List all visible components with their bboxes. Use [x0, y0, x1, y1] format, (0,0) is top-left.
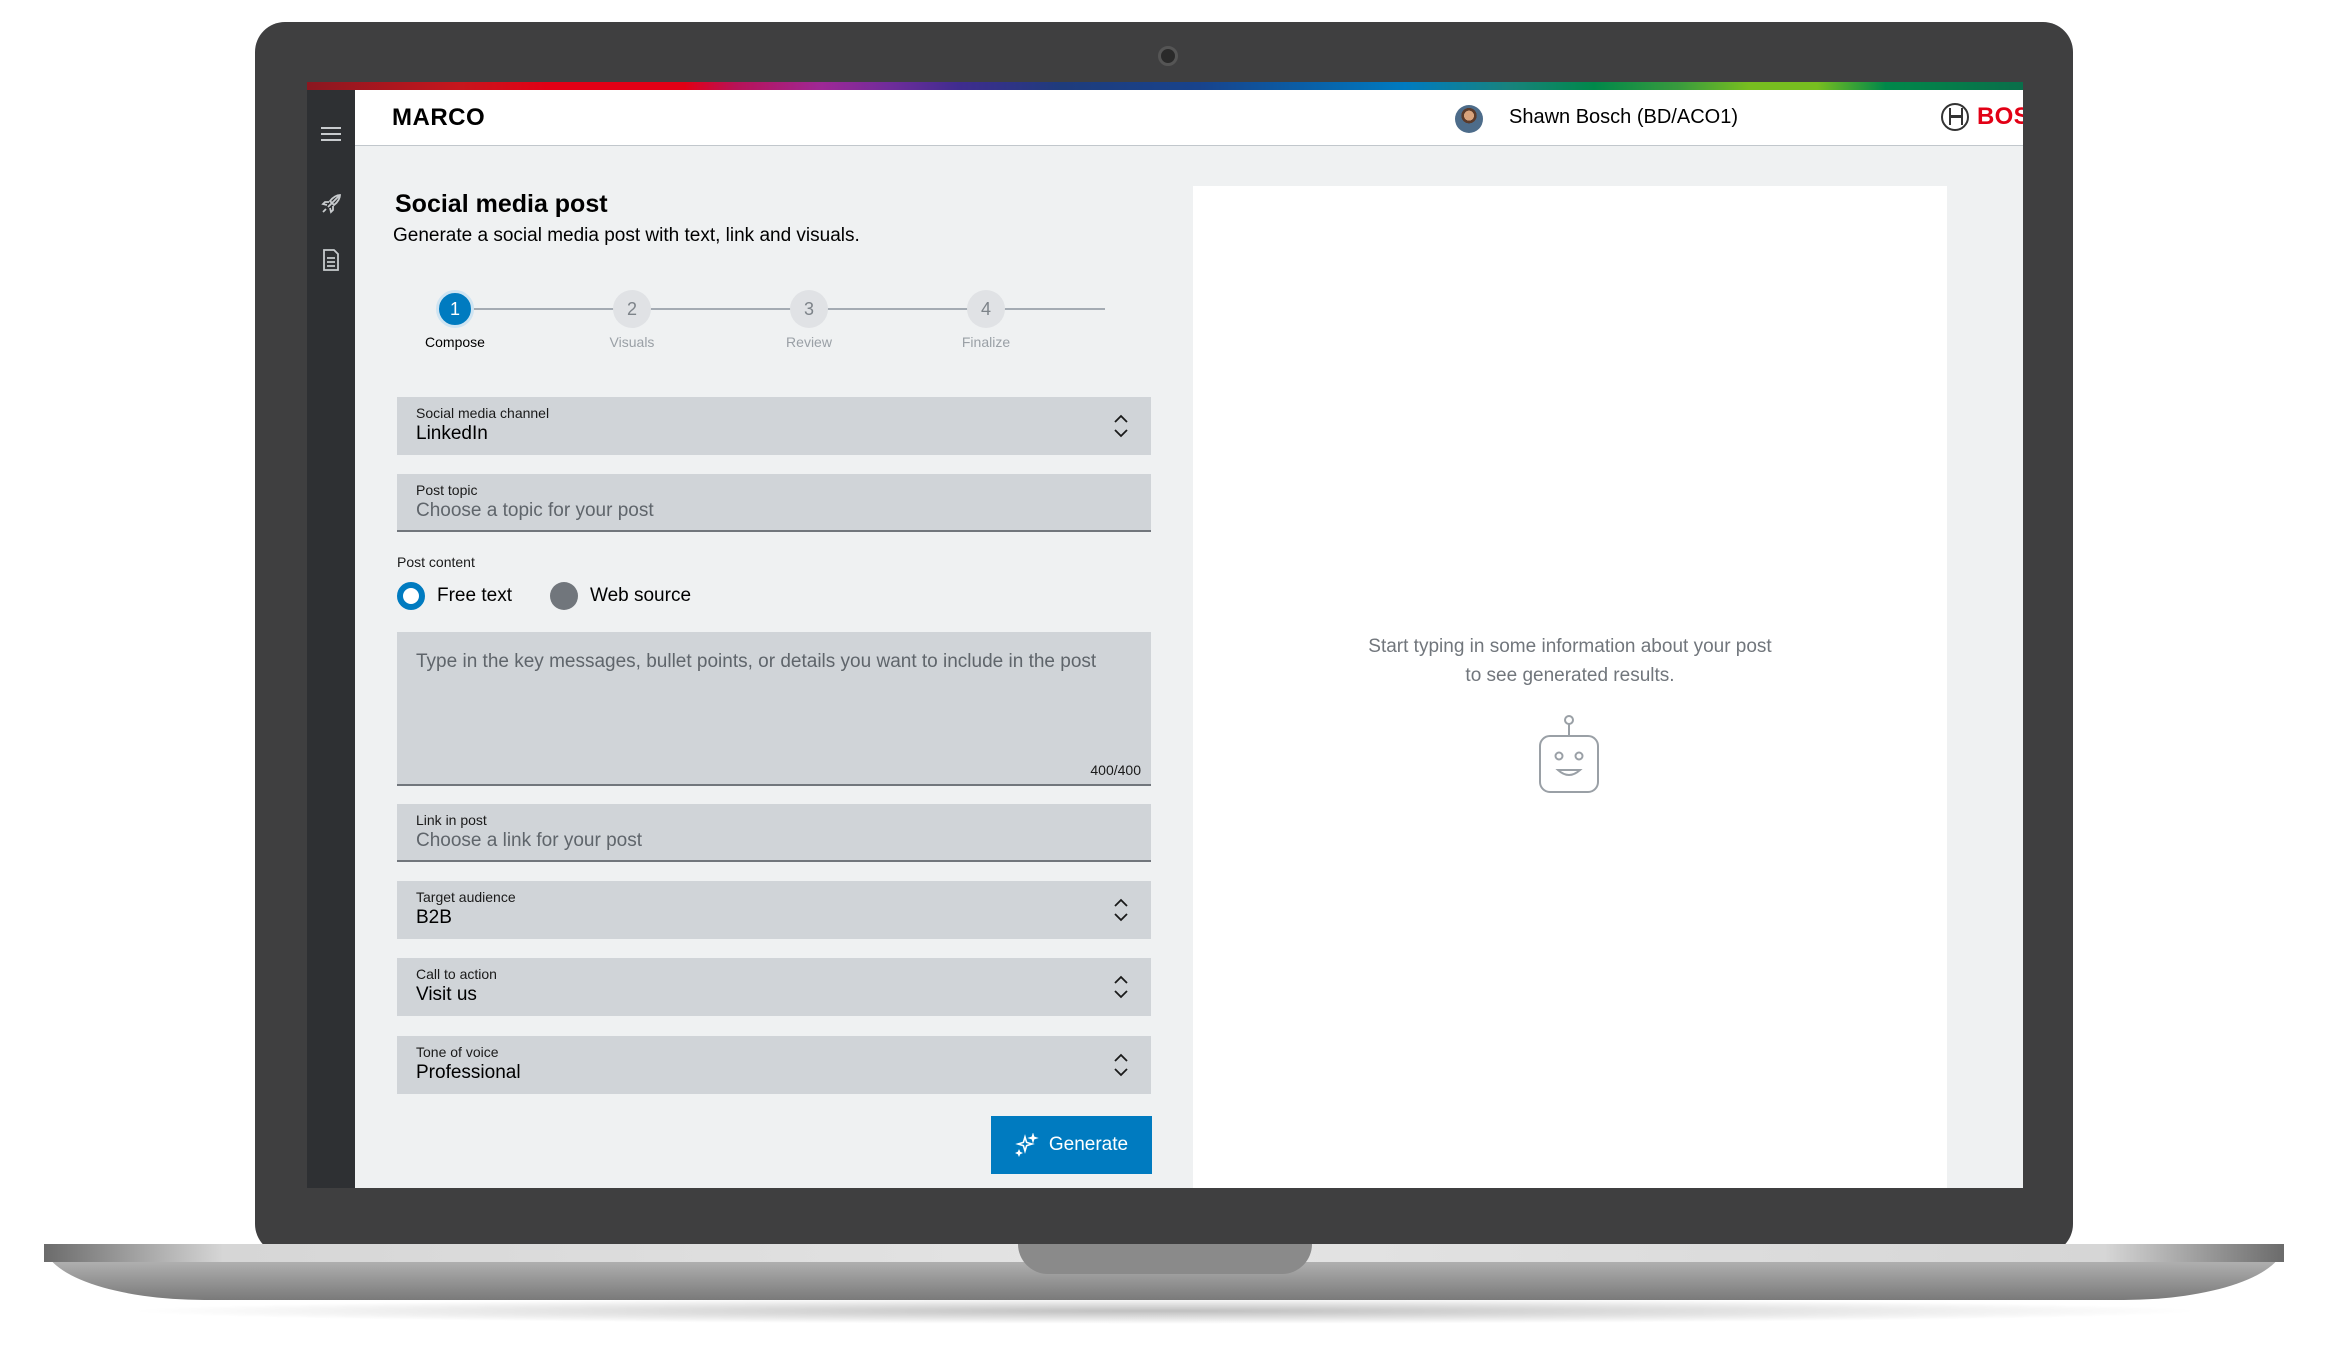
- link-field[interactable]: Link in post Choose a link for your post: [397, 804, 1151, 862]
- step-compose[interactable]: 1 Compose: [395, 290, 515, 350]
- page-subtitle: Generate a social media post with text, …: [393, 225, 860, 246]
- stepper: 1 Compose 2 Visuals 3 Review 4 Finalize: [395, 290, 1155, 360]
- link-label: Link in post: [416, 812, 487, 828]
- step-label: Visuals: [609, 334, 655, 350]
- audience-label: Target audience: [416, 889, 516, 905]
- radio-web-source[interactable]: Web source: [549, 582, 692, 610]
- post-content-radio-group: Free text Web source: [397, 582, 691, 610]
- brand-logo: BOSCH: [1941, 103, 2023, 131]
- empty-state-line-1: Start typing in some information about y…: [1368, 636, 1772, 657]
- chevron-up-down-icon: [1114, 975, 1128, 999]
- brand-name: BOSCH: [1977, 103, 2023, 130]
- robot-icon: [1539, 715, 1599, 793]
- chevron-up-down-icon: [1114, 1053, 1128, 1077]
- channel-value: LinkedIn: [416, 423, 488, 444]
- chevron-up-down-icon: [1114, 898, 1128, 922]
- avatar[interactable]: [1455, 105, 1483, 133]
- cta-value: Visit us: [416, 984, 477, 1005]
- brand-color-bar: [307, 82, 2023, 90]
- radio-selected-icon: [397, 582, 425, 610]
- audience-value: B2B: [416, 907, 452, 928]
- details-textarea[interactable]: Type in the key messages, bullet points,…: [397, 632, 1151, 786]
- tone-label: Tone of voice: [416, 1044, 499, 1060]
- empty-state-line-2: to see generated results.: [1465, 665, 1675, 686]
- results-panel: Start typing in some information about y…: [1193, 186, 1947, 1188]
- step-number: 4: [967, 290, 1005, 328]
- cta-select[interactable]: Call to action Visit us: [397, 958, 1151, 1016]
- laptop-shadow: [120, 1298, 2210, 1324]
- step-number: 2: [613, 290, 651, 328]
- link-placeholder: Choose a link for your post: [416, 830, 643, 851]
- step-label: Compose: [425, 334, 485, 350]
- audience-select[interactable]: Target audience B2B: [397, 881, 1151, 939]
- generate-label: Generate: [1048, 1134, 1129, 1155]
- radio-label: Free text: [437, 585, 512, 606]
- character-counter: 400/400: [1090, 762, 1141, 778]
- radio-label: Web source: [589, 585, 692, 606]
- laptop-notch: [1018, 1244, 1312, 1274]
- topic-label: Post topic: [416, 482, 478, 498]
- step-number: 3: [790, 290, 828, 328]
- rocket-icon[interactable]: [315, 188, 347, 220]
- tone-select[interactable]: Tone of voice Professional: [397, 1036, 1151, 1094]
- channel-select[interactable]: Social media channel LinkedIn: [397, 397, 1151, 455]
- sidebar: [307, 90, 355, 1188]
- radio-free-text[interactable]: Free text: [397, 582, 512, 610]
- sparkle-icon: [1014, 1133, 1039, 1157]
- user-name[interactable]: Shawn Bosch (BD/ACO1): [1509, 106, 1738, 129]
- chevron-up-down-icon: [1114, 414, 1128, 438]
- post-content-label: Post content: [397, 554, 475, 570]
- cta-label: Call to action: [416, 966, 497, 982]
- radio-unselected-icon: [549, 582, 578, 610]
- generate-button[interactable]: Generate: [991, 1116, 1152, 1174]
- menu-icon[interactable]: [315, 118, 347, 150]
- step-label: Finalize: [961, 334, 1011, 350]
- channel-label: Social media channel: [416, 405, 550, 421]
- app-header: MARCO Shawn Bosch (BD/ACO1) BOSCH: [355, 90, 2023, 146]
- bosch-armature-icon: [1941, 103, 1969, 131]
- webcam: [1158, 46, 1178, 66]
- tone-value: Professional: [416, 1062, 521, 1083]
- step-label: Review: [786, 334, 832, 350]
- topic-field[interactable]: Post topic Choose a topic for your post: [397, 474, 1151, 532]
- empty-state-message: Start typing in some information about y…: [1193, 632, 1947, 690]
- document-icon[interactable]: [315, 244, 347, 276]
- step-review[interactable]: 3 Review: [749, 290, 869, 350]
- page-title: Social media post: [395, 190, 608, 218]
- step-number: 1: [436, 290, 474, 328]
- step-finalize[interactable]: 4 Finalize: [926, 290, 1046, 350]
- step-visuals[interactable]: 2 Visuals: [572, 290, 692, 350]
- details-placeholder: Type in the key messages, bullet points,…: [416, 651, 1097, 672]
- app-screen: MARCO Shawn Bosch (BD/ACO1) BOSCH Social…: [307, 82, 2023, 1188]
- app-title: MARCO: [392, 104, 486, 131]
- topic-placeholder: Choose a topic for your post: [416, 500, 654, 521]
